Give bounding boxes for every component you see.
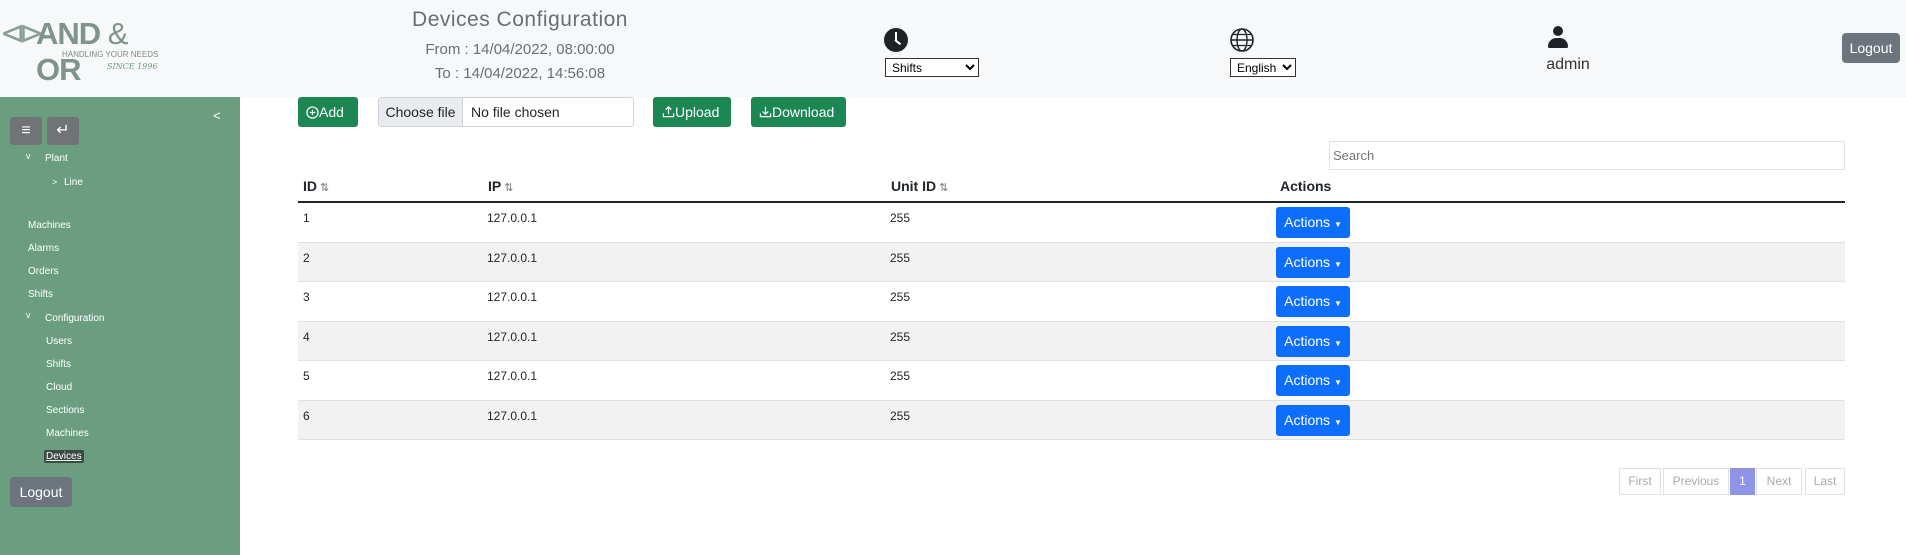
- cell-id: 5: [303, 369, 310, 383]
- cell-id: 3: [303, 290, 310, 304]
- username: admin: [1546, 56, 1590, 73]
- user-icon: [1547, 26, 1569, 50]
- header: ⊲⊳ AND & OR HANDLING YOUR NEEDS SINCE 19…: [0, 0, 1906, 97]
- sidebar-item-config-machines[interactable]: Machines: [46, 428, 89, 439]
- choose-file-button[interactable]: Choose file: [379, 98, 463, 126]
- file-input[interactable]: Choose file No file chosen: [378, 97, 634, 127]
- cell-ip: 127.0.0.1: [487, 369, 538, 383]
- cell-id: 4: [303, 329, 310, 344]
- page-current-button[interactable]: 1: [1730, 468, 1755, 495]
- sidebar: < ≡ ↵ v Plant > Line Machines Alarms Ord…: [0, 97, 240, 555]
- upload-icon: [662, 106, 675, 118]
- table-header: ID ⇅ IP ⇅ Unit ID ⇅ Actions: [298, 175, 1845, 203]
- logo-since: SINCE 1996: [107, 62, 158, 71]
- add-button[interactable]: Add: [298, 97, 358, 127]
- cell-ip: 127.0.0.1: [487, 329, 538, 344]
- clock-icon: [884, 28, 908, 52]
- cell-unit-id: 255: [890, 290, 911, 304]
- actions-dropdown-button[interactable]: Actions ▼: [1276, 325, 1350, 357]
- cell-unit-id: 255: [890, 211, 911, 225]
- download-button[interactable]: Download: [751, 97, 846, 127]
- cell-unit-id: 255: [890, 329, 911, 344]
- logout-button[interactable]: Logout: [1842, 33, 1900, 63]
- column-header-id[interactable]: ID ⇅: [303, 178, 329, 194]
- table-row: 2 127.0.0.1 255 Actions ▼: [298, 242, 1845, 282]
- page-heading: Devices Configuration From : 14/04/2022,…: [380, 8, 660, 82]
- table-row: 5 127.0.0.1 255 Actions ▼: [298, 361, 1845, 401]
- collapse-sidebar-icon[interactable]: <: [213, 108, 221, 123]
- download-icon: [759, 106, 772, 118]
- cell-ip: 127.0.0.1: [487, 408, 538, 423]
- column-header-actions: Actions: [1280, 178, 1332, 194]
- sidebar-item-configuration[interactable]: Configuration: [45, 313, 104, 324]
- sidebar-item-line[interactable]: Line: [64, 177, 83, 188]
- sort-icon: ⇅: [504, 182, 514, 194]
- plus-circle-icon: [306, 106, 319, 119]
- page-first-button[interactable]: First: [1619, 468, 1661, 495]
- sidebar-item-alarms[interactable]: Alarms: [28, 243, 59, 254]
- brand-logo: ⊲⊳ AND & OR HANDLING YOUR NEEDS SINCE 19…: [0, 14, 160, 87]
- globe-icon: [1230, 28, 1254, 52]
- devices-table: ID ⇅ IP ⇅ Unit ID ⇅ Actions 1 127.0.0.1 255…: [298, 175, 1845, 440]
- shift-select[interactable]: Shifts: [885, 58, 979, 77]
- actions-dropdown-button[interactable]: Actions ▼: [1276, 207, 1350, 238]
- cell-id: 2: [303, 250, 310, 265]
- sidebar-item-config-shifts[interactable]: Shifts: [46, 359, 71, 370]
- date-from: From : 14/04/2022, 08:00:00: [425, 41, 615, 58]
- sidebar-logout-button[interactable]: Logout: [10, 477, 72, 507]
- page-title: Devices Configuration: [412, 8, 628, 31]
- page-last-button[interactable]: Last: [1805, 468, 1845, 495]
- sort-icon: ⇅: [320, 182, 330, 194]
- sidebar-item-devices[interactable]: Devices: [44, 450, 84, 463]
- cell-unit-id: 255: [890, 369, 911, 383]
- logo-mark-icon: ⊲⊳: [0, 16, 44, 51]
- column-header-ip[interactable]: IP ⇅: [488, 178, 513, 194]
- sidebar-item-orders[interactable]: Orders: [28, 266, 59, 277]
- actions-dropdown-button[interactable]: Actions ▼: [1276, 365, 1350, 396]
- sidebar-item-machines[interactable]: Machines: [28, 220, 71, 231]
- column-header-unit-id[interactable]: Unit ID ⇅: [891, 178, 948, 194]
- cell-ip: 127.0.0.1: [487, 250, 538, 265]
- actions-dropdown-button[interactable]: Actions ▼: [1276, 404, 1350, 436]
- search-input[interactable]: [1329, 141, 1845, 170]
- sidebar-item-cloud[interactable]: Cloud: [46, 382, 72, 393]
- table-row: 6 127.0.0.1 255 Actions ▼: [298, 400, 1845, 440]
- language-select[interactable]: English: [1230, 58, 1296, 77]
- sort-icon: ⇅: [939, 182, 949, 194]
- expand-configuration-icon[interactable]: v: [26, 310, 31, 320]
- chevron-right-icon: >: [52, 177, 58, 187]
- sidebar-item-shifts[interactable]: Shifts: [28, 289, 53, 300]
- table-row: 4 127.0.0.1 255 Actions ▼: [298, 321, 1845, 361]
- expand-plant-icon[interactable]: v: [26, 151, 31, 161]
- file-name: No file chosen: [471, 104, 560, 120]
- actions-dropdown-button[interactable]: Actions ▼: [1276, 286, 1350, 317]
- cell-id: 1: [303, 211, 310, 225]
- actions-dropdown-button[interactable]: Actions ▼: [1276, 246, 1350, 278]
- sidebar-item-plant[interactable]: Plant: [45, 153, 68, 164]
- sidebar-item-sections[interactable]: Sections: [46, 405, 84, 416]
- table-row: 1 127.0.0.1 255 Actions ▼: [298, 203, 1845, 243]
- cell-ip: 127.0.0.1: [487, 290, 538, 304]
- cell-unit-id: 255: [890, 408, 911, 423]
- back-icon[interactable]: ↵: [47, 117, 79, 145]
- date-to: To : 14/04/2022, 14:56:08: [434, 65, 606, 82]
- cell-unit-id: 255: [890, 250, 911, 265]
- logo-tagline: HANDLING YOUR NEEDS: [62, 50, 159, 59]
- menu-icon[interactable]: ≡: [10, 117, 42, 145]
- cell-ip: 127.0.0.1: [487, 211, 538, 225]
- page-previous-button[interactable]: Previous: [1663, 468, 1729, 495]
- sidebar-item-users[interactable]: Users: [46, 336, 72, 347]
- cell-id: 6: [303, 408, 310, 423]
- table-row: 3 127.0.0.1 255 Actions ▼: [298, 282, 1845, 322]
- upload-button[interactable]: Upload: [653, 97, 731, 127]
- page-next-button[interactable]: Next: [1756, 468, 1802, 495]
